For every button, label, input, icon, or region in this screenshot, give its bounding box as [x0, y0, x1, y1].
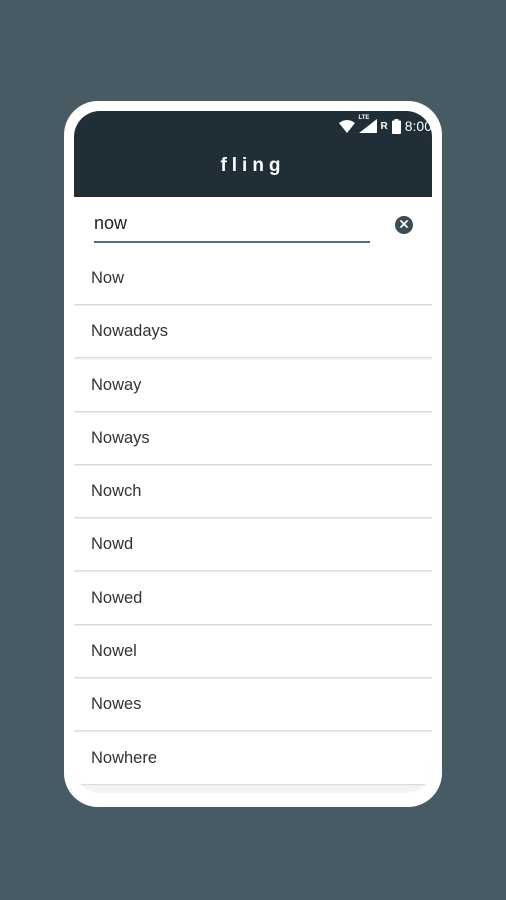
search-bar: [74, 197, 432, 253]
result-item[interactable]: Nowch: [74, 466, 432, 518]
cell-signal-icon: LTE: [358, 115, 377, 133]
clear-search-button[interactable]: [395, 216, 413, 234]
app-bar: LTE R 8:00 fling: [74, 111, 432, 197]
result-item[interactable]: Nowel: [74, 626, 432, 678]
app-screen: LTE R 8:00 fling NowNowadaysNowayNowaysN…: [74, 111, 432, 793]
wifi-icon: [338, 119, 355, 133]
result-item[interactable]: Nowes: [74, 679, 432, 731]
battery-icon: [391, 118, 401, 134]
result-item[interactable]: Nowd: [74, 519, 432, 571]
results-list: Now Nowadays Noway Noways Nowch Nowd Nowed Nowe…: [74, 253, 432, 786]
result-item[interactable]: Nowhere: [74, 732, 432, 784]
network-type-label: LTE: [358, 115, 370, 121]
result-item[interactable]: Nowadays: [74, 306, 432, 358]
clear-circle-icon: [399, 216, 409, 234]
result-item[interactable]: Nowed: [74, 572, 432, 624]
app-title: fling: [220, 155, 286, 176]
clock: 8:00: [404, 118, 432, 134]
search-input[interactable]: [94, 209, 370, 243]
roaming-label: R: [380, 120, 388, 132]
result-item[interactable]: Noways: [74, 412, 432, 464]
result-item[interactable]: Noway: [74, 359, 432, 411]
phone-frame: LTE R 8:00 fling NowNowadaysNowayNowaysN…: [64, 101, 442, 807]
status-bar: LTE R 8:00: [338, 115, 432, 137]
result-item[interactable]: Now: [74, 253, 432, 304]
